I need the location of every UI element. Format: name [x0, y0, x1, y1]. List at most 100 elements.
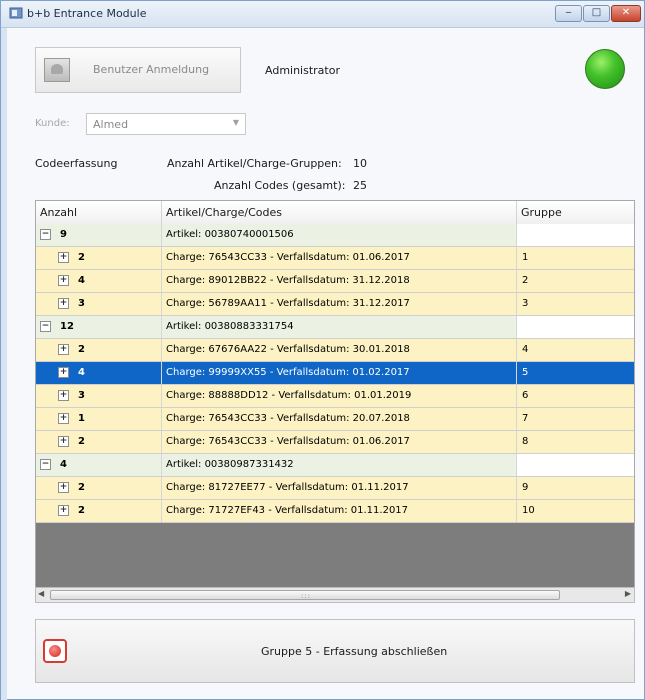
- code-cell: Artikel: 00380883331754: [162, 316, 517, 338]
- expand-icon[interactable]: +: [58, 367, 69, 378]
- table-row[interactable]: +2 Charge: 67676AA22 - Verfallsdatum: 30.…: [36, 339, 634, 362]
- user-login-button[interactable]: Benutzer Anmeldung: [35, 47, 241, 93]
- group-row[interactable]: −12 Artikel: 00380883331754: [36, 316, 634, 339]
- count-cell: +3: [36, 293, 162, 315]
- code-cell: Charge: 71727EF43 - Verfallsdatum: 01.11…: [162, 500, 517, 522]
- count-cell: +1: [36, 408, 162, 430]
- code-cell: Charge: 67676AA22 - Verfallsdatum: 30.01…: [162, 339, 517, 361]
- count-value: 3: [78, 390, 85, 401]
- table-row[interactable]: +3 Charge: 88888DD12 - Verfallsdatum: 01.…: [36, 385, 634, 408]
- finish-capture-label: Gruppe 5 - Erfassung abschließen: [261, 645, 448, 658]
- user-login-label: Benutzer Anmeldung: [93, 63, 210, 76]
- status-light-icon: [585, 49, 625, 89]
- window-title: b+b Entrance Module: [27, 7, 147, 20]
- expand-icon[interactable]: +: [58, 275, 69, 286]
- table-row[interactable]: +4 Charge: 99999XX55 - Verfallsdatum: 01.…: [36, 362, 634, 385]
- maximize-icon: □: [591, 7, 602, 18]
- table-row[interactable]: +3 Charge: 56789AA11 - Verfallsdatum: 31.…: [36, 293, 634, 316]
- group-cell: 10: [522, 505, 535, 516]
- kunde-selected-value: Almed: [93, 118, 129, 131]
- column-header-gruppe[interactable]: Gruppe: [517, 201, 634, 224]
- table-row[interactable]: +2 Charge: 71727EF43 - Verfallsdatum: 01.…: [36, 500, 634, 523]
- expand-icon[interactable]: +: [58, 390, 69, 401]
- code-cell: Charge: 99999XX55 - Verfallsdatum: 01.02…: [162, 362, 517, 384]
- minimize-icon: ‒: [565, 7, 572, 18]
- expand-icon[interactable]: +: [58, 252, 69, 263]
- section-title: Codeerfassung: [35, 157, 118, 170]
- count-cell: +2: [36, 339, 162, 361]
- column-header-anzahl[interactable]: Anzahl: [36, 201, 162, 224]
- count-cell: +4: [36, 270, 162, 292]
- count-value: 4: [78, 275, 85, 286]
- group-row[interactable]: −9 Artikel: 00380740001506: [36, 224, 634, 247]
- code-cell: Charge: 76543CC33 - Verfallsdatum: 20.07…: [162, 408, 517, 430]
- code-cell: Charge: 56789AA11 - Verfallsdatum: 31.12…: [162, 293, 517, 315]
- table-row[interactable]: +2 Charge: 76543CC33 - Verfallsdatum: 01.…: [36, 431, 634, 454]
- current-user-label: Administrator: [265, 64, 340, 77]
- count-cell: +4: [36, 362, 162, 384]
- kunde-select[interactable]: Almed ▼: [86, 113, 246, 135]
- code-cell: Charge: 89012BB22 - Verfallsdatum: 31.12…: [162, 270, 517, 292]
- codes-count-label: Anzahl Codes (gesamt):: [214, 179, 346, 192]
- count-value: 4: [78, 367, 85, 378]
- title-bar: b+b Entrance Module ‒ □ ✕: [1, 1, 644, 28]
- grid-rows: −9 Artikel: 00380740001506 +2 Charge: 76543…: [36, 224, 634, 523]
- expand-icon[interactable]: +: [58, 482, 69, 493]
- groups-count-label: Anzahl Artikel/Charge-Gruppen:: [167, 157, 342, 170]
- finish-capture-button[interactable]: Gruppe 5 - Erfassung abschließen: [35, 619, 635, 683]
- count-value: 2: [78, 344, 85, 355]
- horizontal-scrollbar[interactable]: ◀ ::: ▶: [35, 587, 635, 603]
- codes-grid: Anzahl Artikel/Charge/Codes Gruppe −9 Art…: [35, 200, 635, 603]
- table-row[interactable]: +2 Charge: 76543CC33 - Verfallsdatum: 01.…: [36, 247, 634, 270]
- group-cell: [517, 224, 634, 246]
- count-value: 2: [78, 505, 85, 516]
- expand-icon[interactable]: +: [58, 298, 69, 309]
- close-button[interactable]: ✕: [611, 5, 641, 22]
- group-row[interactable]: −4 Artikel: 00380987331432: [36, 454, 634, 477]
- expand-icon[interactable]: +: [58, 344, 69, 355]
- codes-count-value: 25: [353, 179, 367, 192]
- count-cell: −9: [36, 224, 162, 246]
- column-header-codes[interactable]: Artikel/Charge/Codes: [162, 201, 517, 224]
- collapse-icon[interactable]: −: [40, 321, 51, 332]
- group-cell: 3: [522, 298, 529, 309]
- grip-icon: :::: [301, 592, 312, 600]
- minimize-button[interactable]: ‒: [555, 5, 582, 22]
- table-row[interactable]: +4 Charge: 89012BB22 - Verfallsdatum: 31.…: [36, 270, 634, 293]
- count-value: 4: [60, 459, 67, 470]
- app-icon: [9, 7, 23, 19]
- chevron-down-icon: ▼: [232, 118, 239, 127]
- kunde-label: Kunde:: [35, 118, 70, 129]
- close-icon: ✕: [621, 7, 631, 18]
- scroll-right-icon[interactable]: ▶: [625, 589, 631, 598]
- code-cell: Charge: 76543CC33 - Verfallsdatum: 01.06…: [162, 247, 517, 269]
- expand-icon[interactable]: +: [58, 436, 69, 447]
- collapse-icon[interactable]: −: [40, 459, 51, 470]
- grid-header: Anzahl Artikel/Charge/Codes Gruppe: [36, 201, 634, 225]
- group-cell: [517, 454, 634, 476]
- table-row[interactable]: +2 Charge: 81727EE77 - Verfallsdatum: 01.…: [36, 477, 634, 500]
- count-value: 2: [78, 252, 85, 263]
- count-cell: +3: [36, 385, 162, 407]
- groups-count-value: 10: [353, 157, 367, 170]
- count-cell: +2: [36, 500, 162, 522]
- table-row[interactable]: +1 Charge: 76543CC33 - Verfallsdatum: 20.…: [36, 408, 634, 431]
- count-cell: +2: [36, 247, 162, 269]
- count-cell: −4: [36, 454, 162, 476]
- scrollbar-thumb[interactable]: :::: [50, 590, 560, 600]
- code-cell: Charge: 81727EE77 - Verfallsdatum: 01.11…: [162, 477, 517, 499]
- scroll-left-icon[interactable]: ◀: [38, 589, 44, 598]
- expand-icon[interactable]: +: [58, 413, 69, 424]
- count-value: 9: [60, 229, 67, 240]
- count-cell: +2: [36, 431, 162, 453]
- collapse-icon[interactable]: −: [40, 229, 51, 240]
- code-cell: Artikel: 00380987331432: [162, 454, 517, 476]
- maximize-button[interactable]: □: [583, 5, 610, 22]
- stop-record-icon: [43, 639, 67, 663]
- group-cell: 7: [522, 413, 529, 424]
- window-frame-left: [1, 28, 7, 700]
- count-cell: +2: [36, 477, 162, 499]
- expand-icon[interactable]: +: [58, 505, 69, 516]
- count-value: 2: [78, 436, 85, 447]
- group-cell: 5: [522, 367, 529, 378]
